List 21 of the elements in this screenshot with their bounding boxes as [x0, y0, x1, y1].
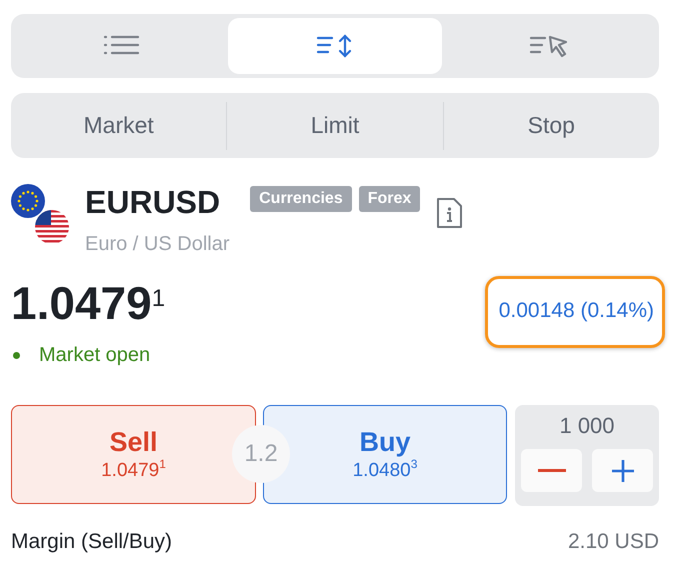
quantity-value: 1 000	[558, 413, 616, 439]
cursor-list-icon	[529, 34, 568, 58]
sort-icon	[316, 34, 354, 58]
market-status: Market open	[39, 344, 150, 367]
order-type-tab[interactable]: Stop	[444, 93, 659, 158]
info-button[interactable]	[435, 197, 464, 229]
margin-value: 2.10 USD	[568, 530, 659, 554]
minus-icon	[538, 468, 566, 472]
plus-icon	[610, 458, 634, 482]
order-type-tab[interactable]: Limit	[227, 93, 443, 158]
category-tag: Currencies	[250, 186, 352, 212]
document-info-icon	[435, 197, 464, 229]
increase-button[interactable]	[592, 449, 653, 492]
current-price: 1.0479$^{1}$	[11, 278, 166, 328]
instrument-name: Euro / US Dollar	[85, 233, 230, 256]
margin-label: Margin (Sell/Buy)	[11, 530, 172, 554]
instrument-symbol: EURUSD	[85, 184, 220, 220]
decrease-button[interactable]	[521, 449, 582, 492]
price-change: 0.00148 (0.14%)	[484, 276, 665, 348]
order-type-tab[interactable]: Market	[11, 93, 226, 158]
category-tag: Forex	[358, 186, 420, 212]
